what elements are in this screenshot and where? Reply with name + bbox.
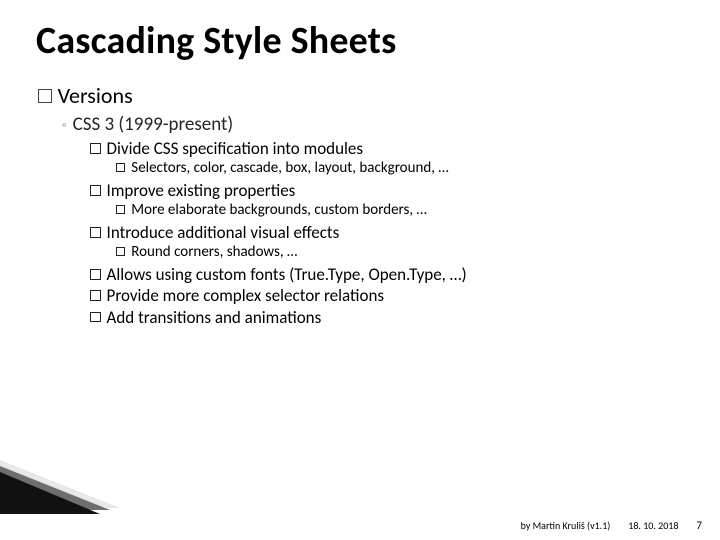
bullet-text: Introduce additional visual effects [107, 222, 340, 243]
bullet-text: Provide more complex selector relations [107, 285, 385, 306]
slide-title: Cascading Style Sheets [36, 18, 684, 64]
square-bullet-icon [90, 143, 101, 154]
h1-text: Versions [58, 82, 133, 109]
footer-author: by Martin Kruliš (v1.1) [521, 519, 611, 532]
diamond-bullet-icon: ◦ [62, 118, 67, 133]
square-bullet-icon [90, 185, 101, 196]
square-bullet-icon [90, 269, 101, 280]
h2-text: CSS 3 (1999-present) [73, 113, 234, 136]
heading-level-1: Versions [38, 82, 684, 109]
square-bullet-icon [116, 247, 125, 256]
slide-footer: by Martin Kruliš (v1.1) 18. 10. 2018 7 [521, 519, 702, 532]
sub-bullet-item: Round corners, shadows, … [116, 243, 684, 262]
heading-level-2: ◦ CSS 3 (1999-present) [62, 113, 684, 136]
bullet-text: Add transitions and animations [107, 307, 322, 328]
bullet-item: Divide CSS specification into modules [90, 138, 684, 159]
bullet-item: Add transitions and animations [90, 307, 684, 328]
square-bullet-icon [90, 312, 101, 323]
square-bullet-icon [116, 163, 125, 172]
square-bullet-icon [90, 227, 101, 238]
sub-bullet-item: More elaborate backgrounds, custom borde… [116, 201, 684, 220]
square-bullet-icon [90, 290, 101, 301]
sub-bullet-item: Selectors, color, cascade, box, layout, … [116, 159, 684, 178]
square-bullet-icon [116, 205, 125, 214]
sub-bullet-text: Selectors, color, cascade, box, layout, … [131, 159, 448, 177]
bullet-item: Allows using custom fonts (True.Type, Op… [90, 264, 684, 285]
bullet-item: Improve existing properties [90, 180, 684, 201]
bullet-item: Provide more complex selector relations [90, 285, 684, 306]
sub-bullet-text: More elaborate backgrounds, custom borde… [131, 201, 427, 219]
corner-decoration-icon [0, 460, 120, 514]
bullet-text: Allows using custom fonts (True.Type, Op… [107, 264, 467, 285]
square-bullet-icon [38, 89, 52, 103]
bullet-text: Divide CSS specification into modules [107, 138, 364, 159]
bullet-text: Improve existing properties [107, 180, 296, 201]
sub-bullet-text: Round corners, shadows, … [131, 243, 297, 261]
bullet-item: Introduce additional visual effects [90, 222, 684, 243]
footer-date: 18. 10. 2018 [628, 519, 678, 532]
page-number: 7 [696, 519, 702, 532]
